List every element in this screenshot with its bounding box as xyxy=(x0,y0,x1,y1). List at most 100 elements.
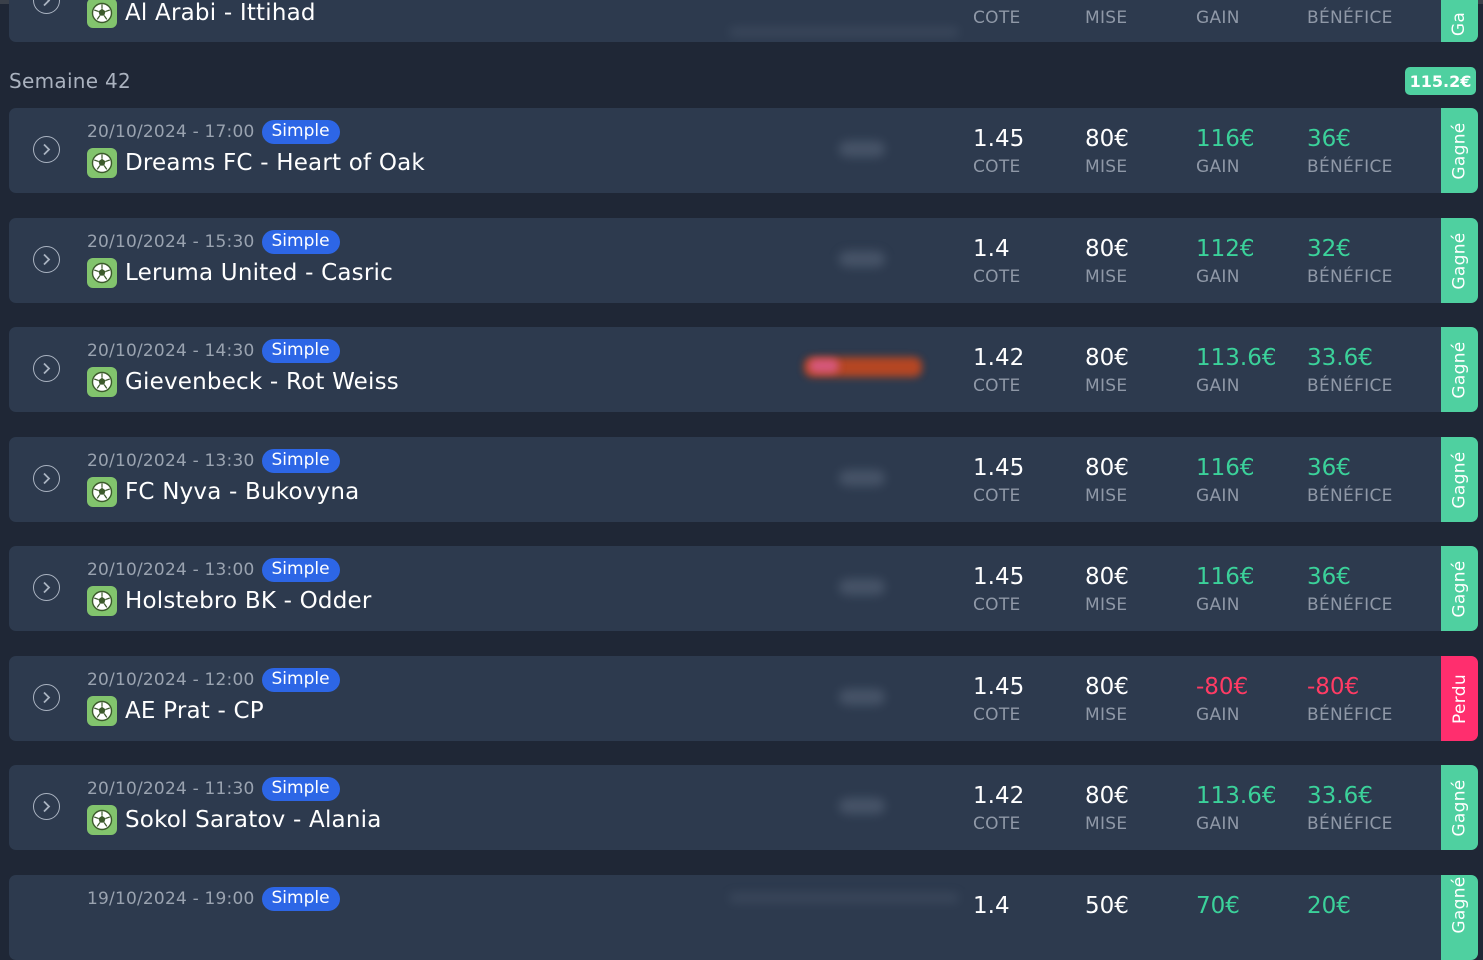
stat-mise: 50€ xyxy=(1085,891,1129,921)
stat-label: COTE xyxy=(973,814,1021,834)
stat-value: 80€ xyxy=(1085,564,1129,590)
stat-value: 1.4 xyxy=(973,236,1010,262)
match-row: Leruma United - Casric xyxy=(87,258,393,288)
status-label: Gagné xyxy=(1449,340,1470,399)
status-label: Perdu xyxy=(1449,673,1470,724)
expand-chevron-icon[interactable] xyxy=(33,684,60,711)
match-title: Sokol Saratov - Alania xyxy=(125,807,382,833)
bet-card[interactable]: 20/10/2024 - 13:00 Simple Holstebro BK - … xyxy=(9,546,1478,631)
expand-chevron-icon[interactable] xyxy=(33,465,60,492)
stat-label: GAIN xyxy=(1196,814,1240,834)
soccer-ball-icon xyxy=(87,367,117,397)
bet-card-bottom-partial[interactable]: 19/10/2024 - 19:00 Simple 1.4 50€ 70€ 20€… xyxy=(9,875,1478,960)
bet-meta: 20/10/2024 - 13:30 Simple xyxy=(87,448,340,474)
soccer-ball-icon xyxy=(87,477,117,507)
bet-card[interactable]: 20/10/2024 - 12:00 Simple AE Prat - CP 1.… xyxy=(9,656,1478,741)
status-label: Gagné xyxy=(1449,559,1470,618)
stat-label: BÉNÉFICE xyxy=(1307,486,1393,506)
stat-label: BÉNÉFICE xyxy=(1307,595,1393,615)
stat-value: 80€ xyxy=(1085,345,1129,371)
stat-gain: 113.6€ GAIN xyxy=(1196,343,1276,399)
stat-value: 80€ xyxy=(1085,783,1129,809)
stat-label: BÉNÉFICE xyxy=(1307,705,1393,725)
stat-value: 80€ xyxy=(1085,455,1129,481)
bet-meta: 20/10/2024 - 12:00 Simple xyxy=(87,667,340,693)
stat-cote: 1.4 COTE xyxy=(973,234,1021,290)
status-label: Gagné xyxy=(1449,231,1470,290)
stat-value: 80€ xyxy=(1085,126,1129,152)
bet-type-badge: Simple xyxy=(261,668,340,692)
stat-value: 33.6€ xyxy=(1307,783,1373,809)
blurred-content xyxy=(839,798,885,814)
stat-label: COTE xyxy=(973,705,1021,725)
match-title: Holstebro BK - Odder xyxy=(125,588,372,614)
stat-gain: 116€ GAIN xyxy=(1196,124,1255,180)
bet-card[interactable]: 20/10/2024 - 15:30 Simple Leruma United -… xyxy=(9,218,1478,303)
stat-label: BÉNÉFICE xyxy=(1307,267,1393,287)
stat-benefice: 36€ BÉNÉFICE xyxy=(1307,453,1393,509)
bet-type-badge: Simple xyxy=(261,120,340,144)
match-row: Holstebro BK - Odder xyxy=(87,586,372,616)
bet-meta: 20/10/2024 - 17:00 Simple xyxy=(87,119,340,145)
stat-value: 1.42 xyxy=(973,783,1025,809)
match-row: Dreams FC - Heart of Oak xyxy=(87,148,425,178)
status-badge: Gagné xyxy=(1441,546,1478,631)
stat-label: BÉNÉFICE xyxy=(1307,157,1393,177)
stat-label: MISE xyxy=(1085,267,1128,287)
stat-benefice: 20€ xyxy=(1307,891,1351,921)
expand-chevron-icon[interactable] xyxy=(33,574,60,601)
match-row: AE Prat - CP xyxy=(87,696,264,726)
stat-value: 36€ xyxy=(1307,455,1351,481)
stat-benefice: 36€ BÉNÉFICE xyxy=(1307,124,1393,180)
stat-label: COTE xyxy=(973,486,1021,506)
bet-type-badge: Simple xyxy=(261,558,340,582)
stat-value: -80€ xyxy=(1196,674,1249,700)
bet-card[interactable]: 20/10/2024 - 17:00 Simple Dreams FC - Hea… xyxy=(9,108,1478,193)
bet-meta: 20/10/2024 - 15:30 Simple xyxy=(87,229,340,255)
stat-value: 116€ xyxy=(1196,455,1255,481)
stat-value: 20€ xyxy=(1307,893,1351,919)
stat-cote: 1.42 COTE xyxy=(973,781,1024,837)
bet-meta: 20/10/2024 - 13:00 Simple xyxy=(87,557,340,583)
week-total-badge: 115.2€ xyxy=(1405,67,1476,95)
stat-value: 80€ xyxy=(1085,236,1129,262)
stat-benefice: 33.6€ BÉNÉFICE xyxy=(1307,781,1393,837)
bet-type-badge: Simple xyxy=(261,339,340,363)
week-label: Semaine 42 xyxy=(9,69,132,93)
stat-benefice: -80€ BÉNÉFICE xyxy=(1307,672,1393,728)
expand-chevron-icon[interactable] xyxy=(33,136,60,163)
stat-mise: 80€ MISE xyxy=(1085,781,1129,837)
stat-mise: MISE xyxy=(1085,5,1127,31)
expand-chevron-icon[interactable] xyxy=(33,246,60,273)
stat-cote: 1.45 COTE xyxy=(973,562,1024,618)
match-row: Sokol Saratov - Alania xyxy=(87,805,382,835)
stat-cote: 1.4 xyxy=(973,891,1010,921)
status-label: Gagné xyxy=(1449,778,1470,837)
bet-card[interactable]: 20/10/2024 - 14:30 Simple Gievenbeck - Ro… xyxy=(9,327,1478,412)
status-badge: Gagné xyxy=(1441,218,1478,303)
bet-card[interactable]: 20/10/2024 - 11:30 Simple Sokol Saratov -… xyxy=(9,765,1478,850)
status-badge: Gagné xyxy=(1441,437,1478,522)
soccer-ball-icon xyxy=(87,148,117,178)
expand-chevron-icon[interactable] xyxy=(33,355,60,382)
stat-value: 1.45 xyxy=(973,674,1025,700)
blurred-content xyxy=(809,359,839,373)
bet-type-badge: Simple xyxy=(261,230,340,254)
stat-cote: 1.45 COTE xyxy=(973,124,1024,180)
stat-value: 32€ xyxy=(1307,236,1351,262)
bet-datetime: 20/10/2024 - 15:30 xyxy=(87,232,255,252)
expand-chevron-icon[interactable] xyxy=(33,793,60,820)
bet-datetime: 20/10/2024 - 17:00 xyxy=(87,122,255,142)
blurred-content xyxy=(729,893,959,903)
stat-value: 50€ xyxy=(1085,893,1129,919)
stat-benefice: BÉNÉFICE xyxy=(1307,5,1393,31)
stat-mise: 80€ MISE xyxy=(1085,562,1129,618)
bet-card[interactable]: 20/10/2024 - 13:30 Simple FC Nyva - Bukov… xyxy=(9,437,1478,522)
stat-mise: 80€ MISE xyxy=(1085,343,1129,399)
stat-label: GAIN xyxy=(1196,267,1240,287)
bet-card-top-partial[interactable]: Al Arabi - Ittihad COTE MISE GAIN BÉNÉFI… xyxy=(9,0,1478,42)
expand-chevron-icon[interactable] xyxy=(33,0,60,14)
stat-benefice: 36€ BÉNÉFICE xyxy=(1307,562,1393,618)
match-title: Dreams FC - Heart of Oak xyxy=(125,150,425,176)
stat-mise: 80€ MISE xyxy=(1085,672,1129,728)
